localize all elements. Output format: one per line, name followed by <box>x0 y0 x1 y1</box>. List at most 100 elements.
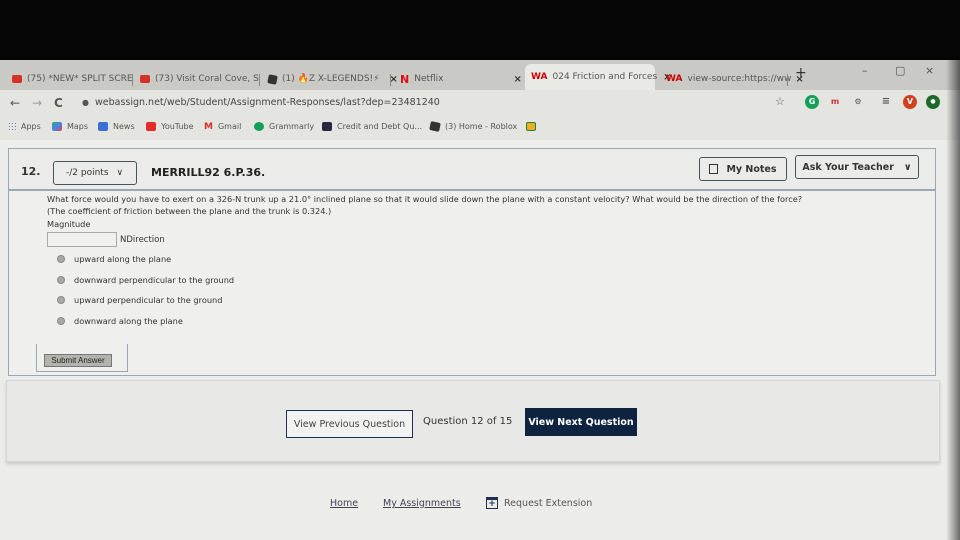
option-label: downward along the plane <box>74 315 183 326</box>
chevron-down-icon: ∨ <box>903 161 912 173</box>
profile-avatar[interactable]: V <box>903 95 917 109</box>
browser-tab-active[interactable]: WA 024 Friction and Forces × <box>525 64 672 90</box>
tab-title: view-source:https://ww <box>687 74 792 84</box>
my-notes-label: My Notes <box>726 163 777 175</box>
back-button[interactable]: ← <box>10 96 20 110</box>
bookmark-roblox[interactable]: (3) Home - Roblox <box>429 121 518 132</box>
tab-separator <box>787 74 788 86</box>
notes-icon <box>709 164 719 174</box>
bookmark-grammarly[interactable]: Grammarly <box>254 122 314 131</box>
media-control-icon[interactable]: ≡ <box>879 95 893 109</box>
my-assignments-link[interactable]: My Assignments <box>383 498 461 509</box>
home-link[interactable]: Home <box>330 498 358 509</box>
direction-option[interactable]: downward along the plane <box>47 311 802 332</box>
reload-button[interactable]: C <box>54 96 63 110</box>
url-text: webassign.net/web/Student/Assignment-Res… <box>94 97 440 108</box>
request-extension-label: Request Extension <box>504 497 593 509</box>
bookmark-news[interactable]: News <box>98 122 135 131</box>
address-bar-row: ← → C ● webassign.net/web/Student/Assign… <box>0 90 960 118</box>
radio-button[interactable] <box>57 255 65 264</box>
magnitude-input[interactable] <box>47 232 117 247</box>
bookmark-credit-debt[interactable]: Credit and Debt Qu... <box>322 122 422 131</box>
tab-title: Netflix <box>414 74 444 84</box>
close-window-button[interactable]: × <box>925 64 934 77</box>
maps-icon <box>52 122 62 131</box>
forward-button[interactable]: → <box>32 96 42 110</box>
new-tab-button[interactable]: + <box>795 65 807 81</box>
bookmark-label: Apps <box>21 122 41 131</box>
radio-button[interactable] <box>57 296 65 305</box>
ask-teacher-label: Ask Your Teacher <box>802 161 894 173</box>
option-label: upward along the plane <box>74 254 172 265</box>
bookmark-maps[interactable]: Maps <box>52 122 88 131</box>
my-notes-button[interactable]: My Notes <box>699 157 787 181</box>
direction-option[interactable]: upward perpendicular to the ground <box>47 290 802 311</box>
screen-bezel <box>0 0 960 62</box>
magnitude-row: NDirection <box>47 232 802 247</box>
question-counter: Question 12 of 15 <box>423 416 513 427</box>
question-hint: (The coefficient of friction between the… <box>47 206 332 216</box>
bookmarks-bar: Apps Maps News YouTube M Gmail Grammarly… <box>0 118 960 140</box>
unit-direction-label: NDirection <box>120 234 165 245</box>
bookmark-label: News <box>113 122 135 131</box>
bookmark-label: (3) Home - Roblox <box>445 122 518 131</box>
ask-teacher-button[interactable]: Ask Your Teacher ∨ <box>795 155 919 179</box>
url-bar[interactable]: ● webassign.net/web/Student/Assignment-R… <box>82 97 440 108</box>
restore-button[interactable]: ▢ <box>895 64 905 77</box>
close-tab-icon[interactable]: × <box>514 74 522 85</box>
tab-title: (73) Visit Coral Cove, S <box>155 74 259 84</box>
tab-separator <box>390 74 391 86</box>
view-previous-question-button[interactable]: View Previous Question <box>286 410 413 438</box>
tab-title: (1) 🔥Z X-LEGENDS!⚡ <box>282 74 380 84</box>
points-dropdown[interactable]: -/2 points ∨ <box>53 161 137 185</box>
bookmark-label: Grammarly <box>269 122 315 131</box>
browser-tab[interactable]: (73) Visit Coral Cove, S × <box>134 68 283 90</box>
option-label: downward perpendicular to the ground <box>74 274 235 285</box>
gmail-icon: M <box>204 122 213 132</box>
bookmark-star-icon[interactable]: ☆ <box>775 95 785 108</box>
webassign-icon: WA <box>531 72 548 82</box>
tab-separator <box>132 74 133 86</box>
m-extension-icon[interactable]: m <box>828 95 842 109</box>
browser-tab[interactable]: N Netflix × <box>394 68 528 90</box>
direction-options: upward along the plane downward perpendi… <box>47 249 802 331</box>
youtube-icon <box>146 122 156 131</box>
chevron-down-icon: ∨ <box>116 168 124 178</box>
quizlet-icon <box>322 122 332 131</box>
calendar-plus-icon: + <box>486 497 498 509</box>
tab-title: 024 Friction and Forces <box>552 72 658 82</box>
direction-option[interactable]: downward perpendicular to the ground <box>47 270 802 291</box>
bookmark-youtube[interactable]: YouTube <box>146 122 194 131</box>
bug-extension-icon[interactable]: ⚙ <box>851 95 865 109</box>
browser-tab[interactable]: (1) 🔥Z X-LEGENDS!⚡ × <box>262 68 404 90</box>
bookmark-label: Gmail <box>217 122 242 131</box>
apps-icon <box>8 122 16 131</box>
bookmark-gmail[interactable]: M Gmail <box>204 122 242 132</box>
grammarly-extension-icon[interactable]: G <box>805 95 819 109</box>
roblox-icon <box>267 73 278 85</box>
submit-answer-button[interactable]: Submit Answer <box>44 354 112 367</box>
magnitude-label: Magnitude <box>47 219 91 229</box>
youtube-icon <box>140 75 150 83</box>
minimize-button[interactable]: – <box>862 64 868 77</box>
radio-button[interactable] <box>57 316 65 325</box>
lock-icon: ● <box>82 98 89 107</box>
direction-option[interactable]: upward along the plane <box>47 249 802 270</box>
bookmark-apps[interactable]: Apps <box>8 122 41 131</box>
bookmark-label: YouTube <box>161 122 194 131</box>
question-card: 12. -/2 points ∨ MERRILL92 6.P.36. My No… <box>8 148 936 376</box>
bookmark-label: Maps <box>67 122 89 131</box>
question-code: MERRILL92 6.P.36. <box>151 166 266 179</box>
view-next-question-button[interactable]: View Next Question <box>525 408 637 436</box>
extension-dot-icon[interactable]: ● <box>926 95 940 109</box>
tab-separator <box>259 74 260 86</box>
bookmark-classroom[interactable] <box>526 122 541 131</box>
netflix-icon: N <box>400 72 410 86</box>
request-extension-link[interactable]: + Request Extension <box>486 497 592 509</box>
news-icon <box>98 122 108 131</box>
roblox-icon <box>429 121 441 132</box>
radio-button[interactable] <box>57 275 65 284</box>
browser-chrome: (75) *NEW* SPLIT SCRE × (73) Visit Coral… <box>0 60 960 140</box>
points-label: -/2 points <box>66 168 109 178</box>
question-navigation: View Previous Question Question 12 of 15… <box>6 380 940 462</box>
